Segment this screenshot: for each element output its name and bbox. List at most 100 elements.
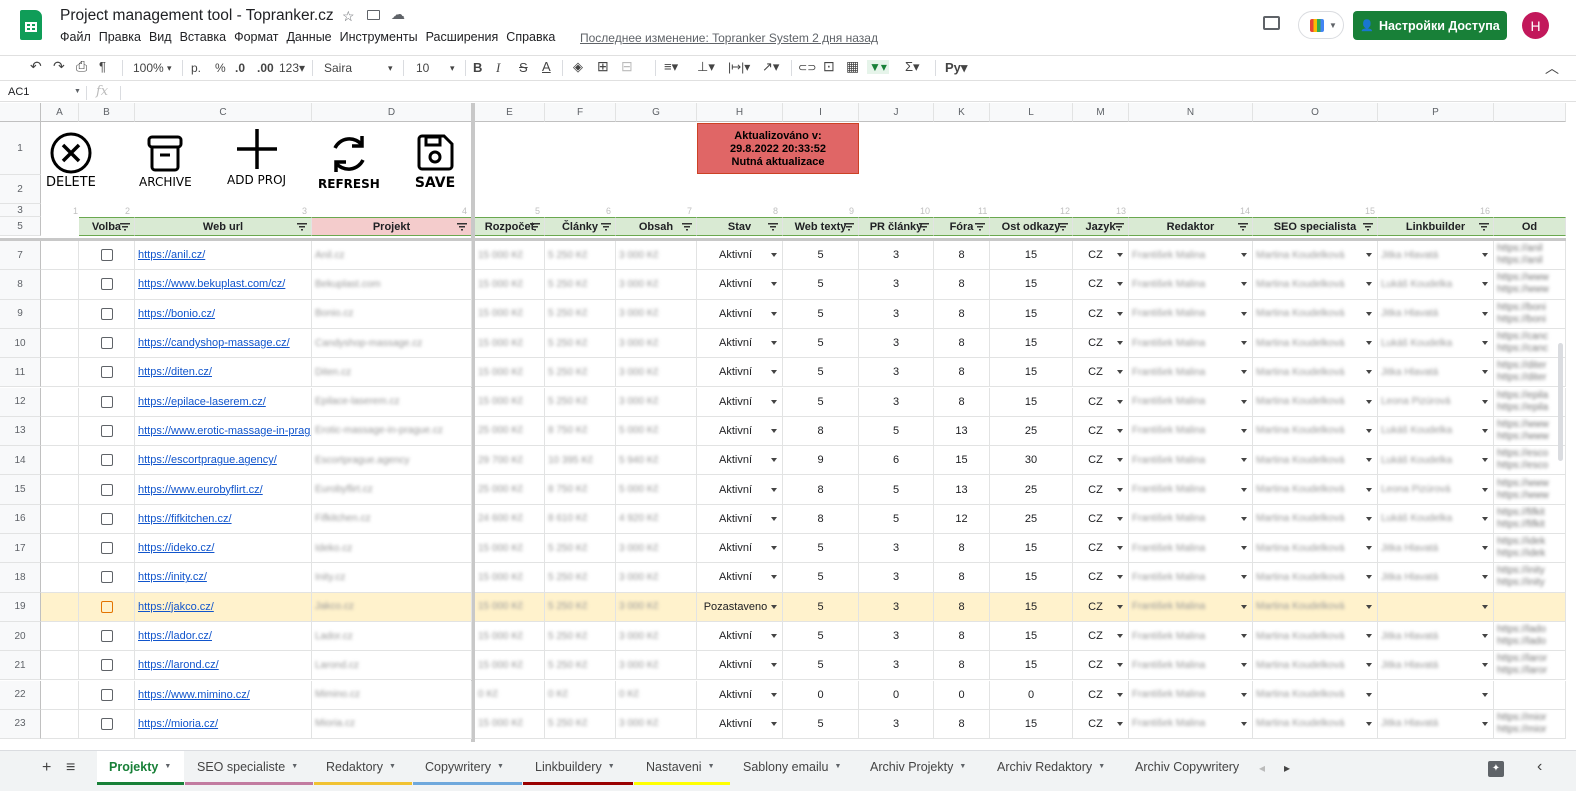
count-cell[interactable]: 8 [934,651,990,681]
count-cell[interactable]: 3 [859,358,934,388]
row-checkbox[interactable] [100,395,113,408]
web-url-link[interactable]: https://inity.cz/ [138,571,207,583]
web-url-cell[interactable]: https://larond.cz/ [135,651,312,681]
linkbuilder-dropdown[interactable] [1378,592,1494,622]
count-cell[interactable]: 3 [859,592,934,622]
menu-view[interactable]: Вид [149,30,172,46]
count-cell[interactable]: 8 [934,328,990,359]
web-url-cell[interactable]: https://anil.cz/ [135,241,312,271]
column-header[interactable]: D [312,103,472,122]
language-dropdown[interactable]: CZ [1073,504,1129,534]
select-cell[interactable] [79,621,135,652]
column-header[interactable]: L [990,103,1073,122]
count-cell[interactable]: 8 [934,534,990,564]
cell-empty[interactable] [41,299,79,329]
header-cell[interactable]: PR články [859,217,934,236]
row-header[interactable]: 5 [0,217,41,236]
editor-dropdown[interactable]: František Malina [1129,592,1253,622]
count-cell[interactable]: 25 [990,416,1073,447]
linkbuilder-dropdown[interactable]: Lukáš Koudelka [1378,270,1494,300]
row-header[interactable]: 14 [0,446,41,476]
web-url-link[interactable]: https://www.bekuplast.com/cz/ [138,278,285,290]
money-cell[interactable]: 5 250 Kč [545,299,616,329]
header-cell[interactable]: Ost odkazy [990,217,1073,236]
insert-comment-icon[interactable]: ⊡ [823,58,835,75]
count-cell[interactable]: 15 [990,621,1073,652]
seo-specialist-dropdown[interactable]: Martina Koudelková [1253,621,1378,652]
count-cell[interactable]: 15 [990,534,1073,564]
project-cell[interactable]: Epilace-laserem.cz [312,387,472,417]
links-cell[interactable]: https://canc https://canc [1494,328,1566,359]
count-cell[interactable]: 5 [783,534,859,564]
filter-icon[interactable] [1114,223,1124,231]
money-cell[interactable]: 10 395 Kč [545,446,616,476]
filter-icon[interactable] [919,223,929,231]
seo-specialist-dropdown[interactable]: Martina Koudelková [1253,446,1378,476]
count-cell[interactable]: 3 [859,621,934,652]
status-dropdown[interactable]: Aktivní [697,387,783,417]
count-cell[interactable]: 5 [783,651,859,681]
filter-icon[interactable] [1238,223,1248,231]
language-dropdown[interactable]: CZ [1073,416,1129,447]
web-url-cell[interactable]: https://bonio.cz/ [135,299,312,329]
seo-specialist-dropdown[interactable]: Martina Koudelková [1253,241,1378,271]
filter-icon[interactable] [768,223,778,231]
select-cell[interactable] [79,446,135,476]
vertical-scrollbar[interactable] [1558,343,1563,461]
collapse-menus-icon[interactable]: ︿ [1545,58,1559,78]
status-dropdown[interactable]: Aktivní [697,709,783,740]
currency-format-button[interactable]: р. [191,61,201,75]
money-cell[interactable]: 15 000 Kč [475,299,545,329]
row-checkbox[interactable] [100,366,113,379]
money-cell[interactable]: 5 250 Kč [545,592,616,622]
add-proj-button[interactable]: ADD PROJ [227,125,286,187]
money-cell[interactable]: 8 750 Kč [545,416,616,447]
linkbuilder-dropdown[interactable]: Lukáš Koudelka [1378,328,1494,359]
cell-empty[interactable] [41,651,79,681]
more-formats-button[interactable]: 123▾ [279,61,305,75]
header-cell[interactable]: Web texty [783,217,859,236]
sheet-tab[interactable]: Linkbuildery ▼ [523,751,633,785]
row-checkbox[interactable] [100,542,113,555]
chevron-down-icon[interactable]: ▼ [834,763,841,770]
money-cell[interactable]: 8 610 Kč [545,504,616,534]
money-cell[interactable]: 15 000 Kč [475,534,545,564]
project-cell[interactable]: Eurobyflirt.cz [312,475,472,505]
project-cell[interactable]: Fifkitchen.cz [312,504,472,534]
column-header[interactable]: I [783,103,859,122]
web-url-cell[interactable]: https://jakco.cz/ [135,592,312,622]
links-cell[interactable]: https://www https://www [1494,270,1566,300]
money-cell[interactable]: 0 Kč [475,680,545,710]
status-dropdown[interactable]: Aktivní [697,621,783,652]
sheets-logo-icon[interactable] [20,10,42,40]
column-header[interactable]: F [545,103,616,122]
editor-dropdown[interactable]: František Malina [1129,358,1253,388]
menu-insert[interactable]: Вставка [180,30,226,46]
count-cell[interactable]: 15 [990,387,1073,417]
decrease-decimal-button[interactable]: .0 [235,61,245,75]
project-cell[interactable]: Bekuplast.com [312,270,472,300]
status-dropdown[interactable]: Aktivní [697,328,783,359]
money-cell[interactable]: 3 000 Kč [616,328,697,359]
add-sheet-icon[interactable]: + [42,759,51,777]
chevron-down-icon[interactable]: ▼ [389,763,396,770]
cell-empty[interactable] [41,387,79,417]
row-checkbox[interactable] [100,688,113,701]
money-cell[interactable]: 5 250 Kč [545,709,616,740]
count-cell[interactable]: 3 [859,270,934,300]
archive-button[interactable]: ARCHIVE [139,131,192,189]
select-cell[interactable] [79,241,135,271]
links-cell[interactable]: https://anil https://anil [1494,241,1566,271]
money-cell[interactable]: 3 000 Kč [616,387,697,417]
filter-icon[interactable] [844,223,854,231]
star-icon[interactable]: ☆ [342,8,355,25]
save-button[interactable]: SAVE [413,131,457,191]
status-dropdown[interactable]: Pozastaveno [697,592,783,622]
row-checkbox[interactable] [100,278,113,291]
select-cell[interactable] [79,299,135,329]
share-button[interactable]: 👤 Настройки Доступа [1353,11,1507,40]
filter-icon[interactable] [120,223,130,231]
linkbuilder-dropdown[interactable]: Lukáš Koudelka [1378,446,1494,476]
money-cell[interactable]: 0 Kč [545,680,616,710]
menu-format[interactable]: Формат [234,30,278,46]
